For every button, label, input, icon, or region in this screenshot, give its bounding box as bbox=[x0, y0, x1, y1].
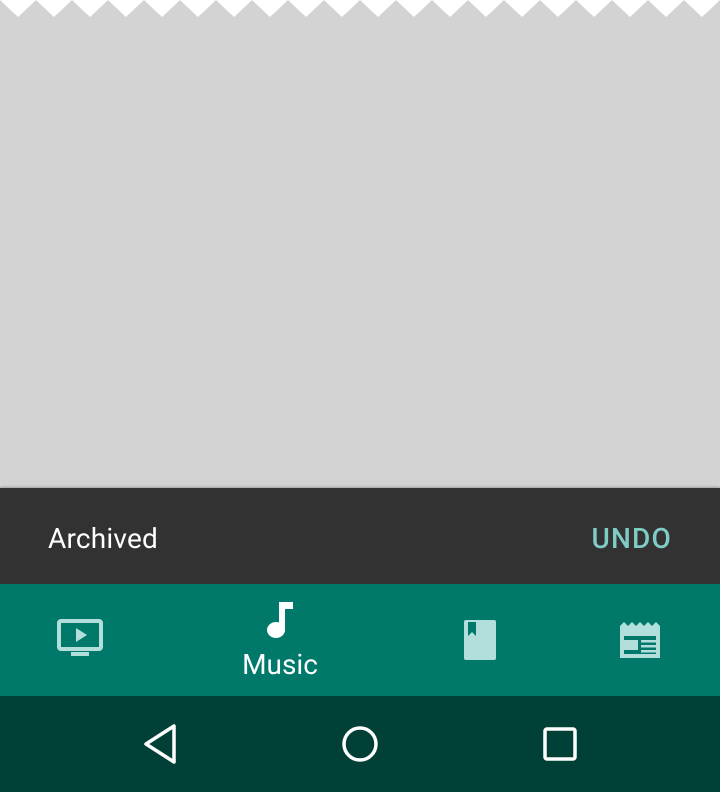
nav-item-news[interactable] bbox=[560, 584, 720, 696]
system-navigation-bar bbox=[0, 696, 720, 792]
snackbar: Archived UNDO bbox=[0, 488, 720, 584]
music-note-icon bbox=[267, 602, 293, 638]
bottom-navigation: Music bbox=[0, 584, 720, 696]
nav-item-video[interactable] bbox=[0, 584, 160, 696]
home-icon[interactable] bbox=[340, 724, 380, 764]
recents-icon[interactable] bbox=[542, 726, 578, 762]
newspaper-icon bbox=[620, 622, 660, 658]
snackbar-message: Archived bbox=[48, 522, 159, 555]
content-area bbox=[0, 0, 720, 488]
nav-item-books[interactable] bbox=[400, 584, 560, 696]
nav-item-music[interactable]: Music bbox=[200, 584, 360, 696]
undo-button[interactable]: UNDO bbox=[591, 488, 672, 584]
back-icon[interactable] bbox=[140, 722, 180, 766]
zigzag-edge bbox=[0, 0, 720, 17]
nav-label-music: Music bbox=[242, 648, 318, 681]
book-icon bbox=[464, 620, 496, 660]
tv-play-icon bbox=[57, 619, 103, 656]
